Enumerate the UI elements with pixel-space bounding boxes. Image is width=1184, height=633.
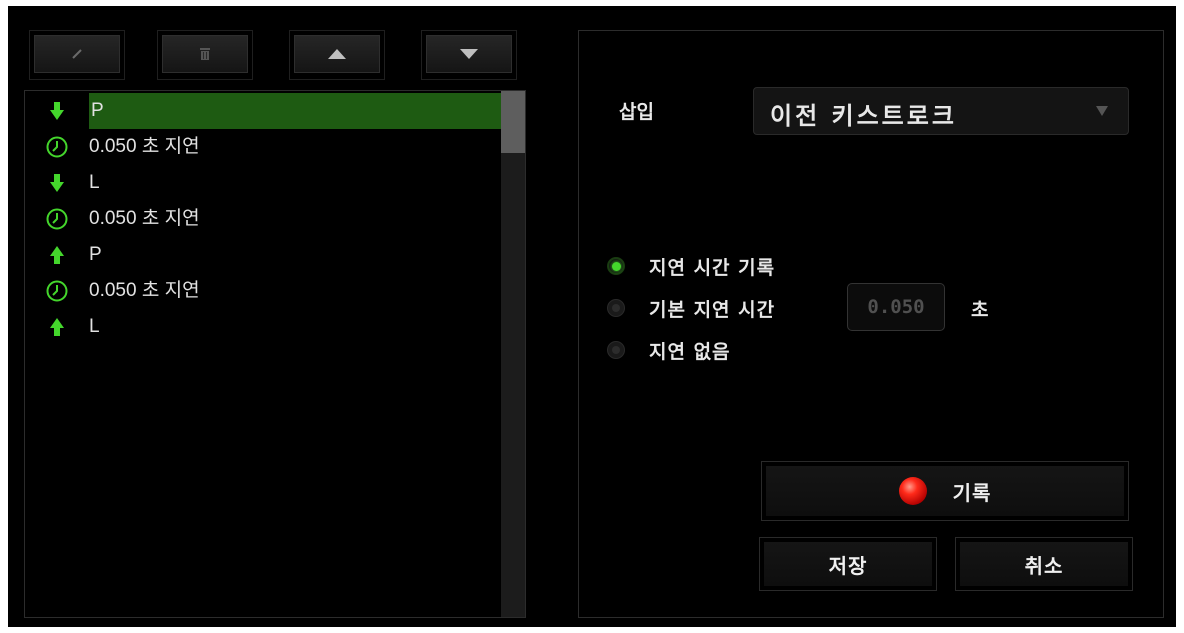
save-button-label: 저장 xyxy=(828,553,868,578)
trash-icon xyxy=(200,48,210,60)
move-down-button[interactable] xyxy=(421,30,517,80)
list-item[interactable]: P xyxy=(25,93,501,129)
arrow-up-icon xyxy=(50,318,64,336)
clock-icon xyxy=(46,280,68,302)
clock-icon xyxy=(46,136,68,158)
default-delay-input[interactable]: 0.050 xyxy=(847,283,945,331)
list-item-label: 0.050 초 지연 xyxy=(89,136,200,157)
arrow-down-icon xyxy=(50,102,64,120)
list-item[interactable]: 0.050 초 지연 xyxy=(25,273,501,309)
radio-label: 지연 없음 xyxy=(649,340,731,363)
settings-panel: 삽입 이전 키스트로크 지연 시간 기록 기본 지연 시간 지연 없음 0.05… xyxy=(578,30,1164,618)
cancel-button[interactable]: 취소 xyxy=(955,537,1133,591)
list-item[interactable]: 0.050 초 지연 xyxy=(25,129,501,165)
radio-default-delay[interactable]: 기본 지연 시간 xyxy=(607,293,775,323)
macro-editor-window: P 0.050 초 지연 L 0.050 초 지연 P 0.050 초 지연 L… xyxy=(8,6,1176,627)
triangle-down-icon xyxy=(460,49,478,59)
list-item-label: 0.050 초 지연 xyxy=(89,208,200,229)
radio-label: 기본 지연 시간 xyxy=(649,298,776,321)
cancel-button-label: 취소 xyxy=(1024,553,1064,578)
radio-button[interactable] xyxy=(607,299,625,317)
list-item[interactable]: L xyxy=(25,309,501,345)
list-item[interactable]: P xyxy=(25,237,501,273)
list-item[interactable]: L xyxy=(25,165,501,201)
pencil-icon xyxy=(72,49,82,59)
chevron-down-icon xyxy=(1096,106,1108,116)
list-item[interactable]: 0.050 초 지연 xyxy=(25,201,501,237)
list-item-label: P xyxy=(89,244,102,265)
move-up-button[interactable] xyxy=(289,30,385,80)
scrollbar-thumb[interactable] xyxy=(501,91,525,153)
insert-dropdown[interactable]: 이전 키스트로크 xyxy=(753,87,1129,135)
radio-no-delay[interactable]: 지연 없음 xyxy=(607,335,731,365)
record-button[interactable]: 기록 xyxy=(761,461,1129,521)
arrow-up-icon xyxy=(50,246,64,264)
insert-dropdown-value: 이전 키스트로크 xyxy=(770,102,957,130)
list-item-label: L xyxy=(89,172,100,193)
list-scrollbar[interactable] xyxy=(501,91,525,617)
list-item-label: P xyxy=(89,93,501,129)
delete-button[interactable] xyxy=(157,30,253,80)
triangle-up-icon xyxy=(328,49,346,59)
record-button-label: 기록 xyxy=(952,480,992,505)
save-button[interactable]: 저장 xyxy=(759,537,937,591)
arrow-down-icon xyxy=(50,174,64,192)
list-item-label: 0.050 초 지연 xyxy=(89,280,200,301)
radio-record-delay[interactable]: 지연 시간 기록 xyxy=(607,251,775,281)
radio-button[interactable] xyxy=(607,257,625,275)
list-item-label: L xyxy=(89,316,100,337)
insert-label: 삽입 xyxy=(619,101,654,123)
record-icon xyxy=(898,477,927,505)
delay-unit-label: 초 xyxy=(971,299,989,321)
radio-label: 지연 시간 기록 xyxy=(649,256,776,279)
radio-button[interactable] xyxy=(607,341,625,359)
edit-button[interactable] xyxy=(29,30,125,80)
macro-event-list[interactable]: P 0.050 초 지연 L 0.050 초 지연 P 0.050 초 지연 L xyxy=(24,90,526,618)
clock-icon xyxy=(46,208,68,230)
